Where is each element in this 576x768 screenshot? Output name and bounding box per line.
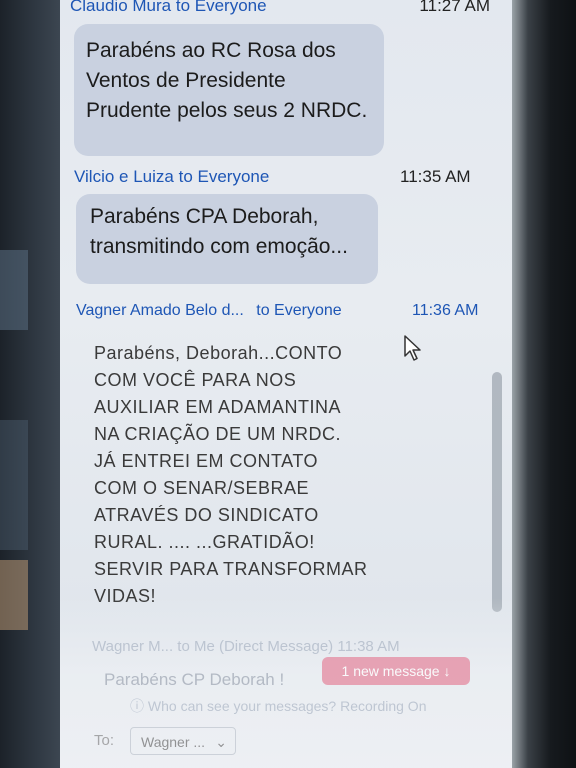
chat-scrollbar[interactable] [492,372,502,612]
direct-message-header: Wagner M... to Me (Direct Message) 11:38… [92,638,400,655]
message-sender[interactable]: Vilcio e Luiza [74,167,174,186]
privacy-note[interactable]: ⓘ Who can see your messages? Recording O… [130,696,426,716]
message-line: Parabéns ao RC Rosa dos [86,39,336,62]
message-line: VIDAS! [94,586,157,606]
message-line: ATRAVÉS DO SINDICATO [94,505,319,525]
message-time: 11:36 AM [412,302,479,319]
message-sender[interactable]: Vagner Amado Belo d... [76,302,244,319]
arrow-down-icon: ↓ [443,663,451,679]
message-recipient: to Everyone [256,302,342,319]
message-recipient: to Everyone [178,167,270,186]
message-line: COM VOCÊ PARA NOS [94,370,297,390]
recipient-select[interactable]: Wagner ... ⌄ [130,727,236,755]
message-time: 11:27 AM [419,0,490,15]
message-line: Prudente pelos seus 2 NRDC. [86,99,368,122]
message-header: Vagner Amado Belo d... to Everyone 11:36… [76,302,512,320]
new-message-label: 1 new message [341,663,440,679]
message-header: Vilcio e Luiza to Everyone 11:35 AM [74,167,512,187]
monitor-bezel-right [512,0,576,768]
info-icon: ⓘ [130,698,144,714]
to-label: To: [94,732,115,749]
privacy-note-label: Who can see your messages? Recording On [147,698,427,714]
message-recipient: to Everyone [175,0,267,15]
message-line: Ventos de Presidente [86,69,286,92]
mouse-cursor-icon [404,335,421,361]
video-thumbnail [0,420,28,550]
new-message-button[interactable]: 1 new message ↓ [322,657,470,685]
chat-panel: Claudio Mura to Everyone 11:27 AM Parabé… [60,0,512,768]
message-line: transmitindo com emoção... [90,235,348,258]
message-line: Parabéns CPA Deborah, [90,205,319,228]
video-thumbnail [0,250,28,330]
message-bubble: Parabéns CPA Deborah, transmitindo com e… [76,194,378,284]
message-line: COM O SENAR/SEBRAE [94,478,310,498]
video-thumbnail [0,560,28,630]
direct-message-preview: Parabéns CP Deborah ! [104,670,285,689]
message-line: SERVIR PARA TRANSFORMAR [94,559,368,579]
monitor-bezel-left [0,0,60,768]
message-line: JÁ ENTREI EM CONTATO [94,451,319,471]
message-line: RURAL. .... ...GRATIDÃO! [94,532,315,552]
message-time: 11:35 AM [400,167,471,186]
message-line: AUXILIAR EM ADAMANTINA [94,397,342,417]
message-line: NA CRIAÇÃO DE UM NRDC. [94,424,342,444]
chevron-down-icon: ⌄ [215,734,227,750]
recipient-select-value: Wagner ... [141,734,206,750]
message-sender[interactable]: Claudio Mura [70,0,171,15]
message-bubble: Parabéns ao RC Rosa dos Ventos de Presid… [74,24,384,156]
message-line: Parabéns, Deborah...CONTO [94,343,343,363]
message-bubble: Parabéns, Deborah...CONTO COM VOCÊ PARA … [82,338,406,612]
message-header: Claudio Mura to Everyone 11:27 AM [70,0,512,16]
